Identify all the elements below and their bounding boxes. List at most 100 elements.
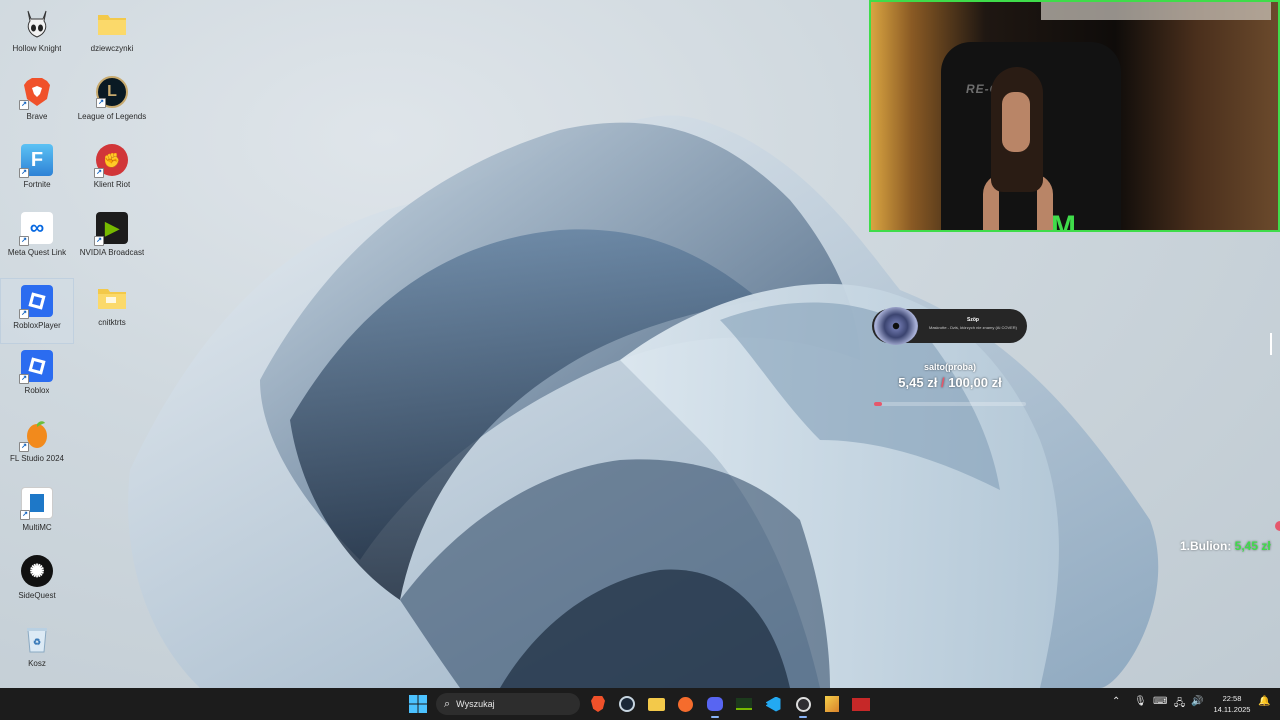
vscode-icon <box>765 696 781 712</box>
brave-icon: ↗ <box>19 76 53 110</box>
taskbar: ⌕ Wyszukaj ⌃ 🎙 ⌨ 🖧 🔊 22:58 14.11.2025 🔔 <box>0 688 1280 720</box>
folder-icon <box>96 282 128 314</box>
taskbar-nvidia[interactable] <box>732 692 756 716</box>
clock-time: 22:58 <box>1222 694 1242 703</box>
tray-microphone[interactable]: 🎙 <box>1134 696 1147 707</box>
desktop-icon-label: Brave <box>26 112 48 121</box>
windows-start-icon <box>409 695 427 713</box>
desktop-icon-label: Meta Quest Link <box>7 248 67 257</box>
desktop-icon-label: MultiMC <box>22 523 52 532</box>
desktop-icon-klient-riot[interactable]: ✊ ↗ Klient Riot <box>75 138 149 204</box>
roblox-icon: ↗ <box>19 285 53 319</box>
steam-icon <box>619 696 635 712</box>
goal-amounts: 5,45 zł / 100,00 zł <box>872 375 1028 390</box>
desktop-icon-roblox[interactable]: ↗ Roblox <box>0 344 74 410</box>
desktop-icon-brave[interactable]: ↗ Brave <box>0 70 74 136</box>
album-art-disc-icon <box>874 307 918 345</box>
desktop-icon-label: cnitktrts <box>98 318 126 327</box>
obs-icon <box>795 696 811 712</box>
top-donor-label: 1.Bulion: <box>1180 539 1232 553</box>
desktop-icon-label: dziewczynki <box>90 44 134 53</box>
tray-show-hidden-icons[interactable]: ⌃ <box>1112 696 1120 707</box>
keyboard-icon: ⌨ <box>1153 696 1168 707</box>
taskbar-discord[interactable] <box>703 692 727 718</box>
svg-text:♻: ♻ <box>33 637 41 647</box>
taskbar-steam[interactable] <box>615 692 639 716</box>
chevron-up-icon: ⌃ <box>1112 696 1121 707</box>
donation-goal-widget: salto(proba) 5,45 zł / 100,00 zł <box>872 362 1028 406</box>
desktop-icon-kosz[interactable]: ♻ Kosz <box>0 617 74 683</box>
taskbar-origin[interactable] <box>673 692 697 716</box>
goal-progress-bar <box>874 402 1026 406</box>
desktop-icon-sidequest[interactable]: ✺ SideQuest <box>0 549 74 615</box>
taskbar-file-explorer[interactable] <box>644 692 668 716</box>
hollow-knight-icon <box>21 8 53 40</box>
desktop-icon-league-of-legends[interactable]: L ↗ League of Legends <box>75 70 149 136</box>
tray-network[interactable]: 🖧 <box>1174 696 1185 713</box>
taskbar-search[interactable]: ⌕ Wyszukaj <box>436 693 580 715</box>
recycle-bin-icon: ♻ <box>21 623 53 655</box>
picture-frame <box>1041 2 1271 20</box>
league-of-legends-icon: L ↗ <box>96 76 128 108</box>
fl-studio-icon: ↗ <box>19 418 53 452</box>
tray-keyboard[interactable]: ⌨ <box>1153 696 1167 707</box>
overlay-edge-marker <box>1275 521 1280 531</box>
multimc-icon: ↗ <box>20 487 53 520</box>
discord-icon <box>707 697 723 711</box>
desktop-icon-cnitktrts[interactable]: cnitktrts <box>75 276 149 342</box>
clock-date: 14.11.2025 <box>1213 705 1251 714</box>
desktop-icon-label: Kosz <box>28 659 46 668</box>
desktop-icon-label: Roblox <box>24 386 50 395</box>
nvidia-broadcast-icon: ▶ ↗ <box>94 212 128 246</box>
nvidia-icon <box>736 698 752 710</box>
streamer-face <box>1002 92 1030 152</box>
goal-current: 5,45 zł <box>898 375 938 390</box>
taskbar-brave[interactable] <box>586 692 610 716</box>
webcam-overlay: RE-G••RS M <box>869 0 1280 232</box>
desktop-icon-label: Hollow Knight <box>12 44 62 53</box>
winrar-icon <box>825 696 839 712</box>
desktop-icon-label: SideQuest <box>18 591 56 600</box>
goal-progress-fill <box>874 402 883 406</box>
taskbar-obs[interactable] <box>791 692 815 718</box>
desktop-icon-robloxplayer[interactable]: ↗ RobloxPlayer <box>0 278 74 344</box>
top-donor-amount: 5,45 zł <box>1234 539 1271 553</box>
desktop-icon-label: FL Studio 2024 <box>10 454 64 463</box>
roblox-icon: ↗ <box>19 350 53 384</box>
meta-icon: ∞ ↗ <box>19 212 53 246</box>
speaker-icon: 🔊 <box>1191 696 1204 707</box>
search-icon: ⌕ <box>444 697 451 710</box>
desktop-icon-fortnite[interactable]: F ↗ Fortnite <box>0 138 74 204</box>
now-playing-subtitle: Maskrotte - Dziś, którzych nie znamy (Ai… <box>928 325 1018 330</box>
folder-icon <box>96 8 128 40</box>
overlay-edge-bar <box>1270 333 1272 355</box>
taskbar-stream-deck[interactable] <box>849 692 873 716</box>
top-donor-widget: 1.Bulion: 5,45 zł <box>1180 539 1280 553</box>
tray-notifications[interactable]: 🔔 <box>1258 696 1270 707</box>
desktop-icon-label: NVIDIA Broadcast <box>79 248 145 257</box>
brave-icon <box>591 696 605 712</box>
start-button[interactable] <box>406 692 430 716</box>
desktop-icon-meta-quest-link[interactable]: ∞ ↗ Meta Quest Link <box>0 206 74 272</box>
stream-deck-icon <box>852 697 870 711</box>
desktop-icon-fl-studio[interactable]: ↗ FL Studio 2024 <box>0 412 74 478</box>
now-playing-widget: Szöp Maskrotte - Dziś, którzych nie znam… <box>872 307 1027 345</box>
desktop-icon-label: League of Legends <box>77 112 147 121</box>
microphone-icon: 🎙 <box>1134 696 1147 707</box>
tray-volume[interactable]: 🔊 <box>1191 696 1203 707</box>
desktop-icon-dziewczynki[interactable]: dziewczynki <box>75 2 149 68</box>
riot-client-icon: ✊ ↗ <box>94 144 128 178</box>
origin-icon <box>677 696 693 712</box>
fortnite-icon: F ↗ <box>19 144 53 178</box>
desktop-icon-label: Fortnite <box>23 180 51 189</box>
desktop-icon-nvidia-broadcast[interactable]: ▶ ↗ NVIDIA Broadcast <box>75 206 149 272</box>
desktop-icon-hollow-knight[interactable]: Hollow Knight <box>0 2 74 68</box>
desktop-icon-multimc[interactable]: ↗ MultiMC <box>0 481 74 547</box>
network-icon: 🖧 <box>1174 698 1186 709</box>
desktop-icon-label: Klient Riot <box>93 180 131 189</box>
stream-logo-icon: M <box>1051 210 1076 232</box>
taskbar-winrar[interactable] <box>820 692 844 716</box>
file-explorer-icon <box>647 697 665 711</box>
taskbar-vscode[interactable] <box>761 692 785 716</box>
taskbar-clock[interactable]: 22:58 14.11.2025 <box>1208 693 1256 715</box>
